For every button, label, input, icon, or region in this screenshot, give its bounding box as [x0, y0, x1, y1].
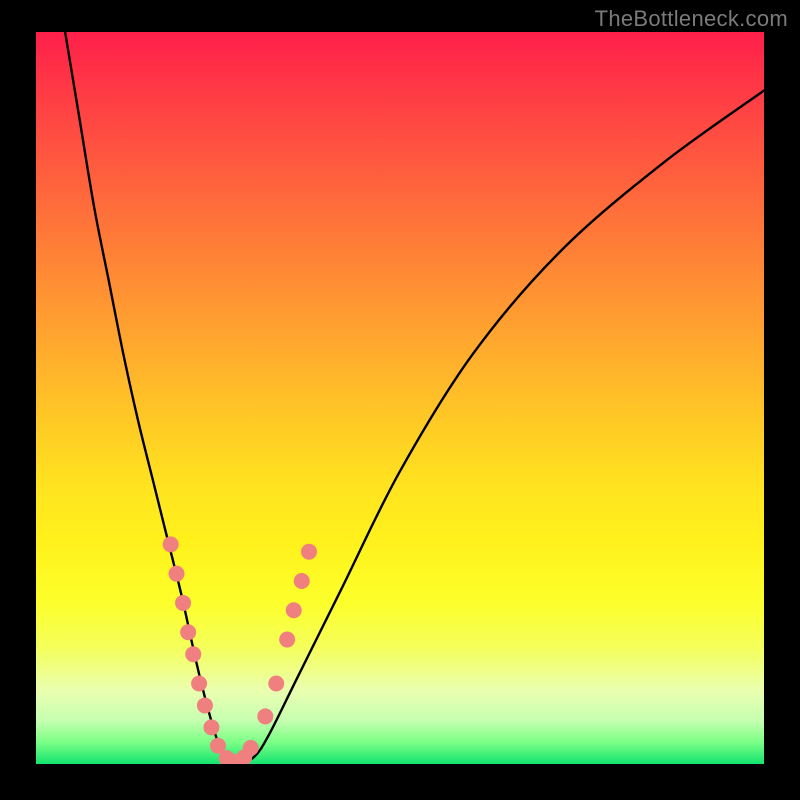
marker-dot: [185, 646, 201, 662]
marker-dot: [180, 624, 196, 640]
marker-dot: [203, 719, 219, 735]
marker-dot: [163, 536, 179, 552]
marker-dot: [286, 602, 302, 618]
marker-dot: [279, 632, 295, 648]
watermark-label: TheBottleneck.com: [595, 6, 788, 32]
marker-dot: [301, 544, 317, 560]
marker-dot: [191, 675, 207, 691]
plot-area: [36, 32, 764, 764]
marker-dot: [169, 566, 185, 582]
marker-dot: [257, 708, 273, 724]
marker-dot: [175, 595, 191, 611]
bottleneck-curve: [65, 32, 764, 763]
marker-dot: [243, 740, 259, 756]
marker-dot: [294, 573, 310, 589]
marker-dot: [197, 697, 213, 713]
curve-layer: [36, 32, 764, 764]
highlighted-points: [163, 536, 317, 764]
chart-frame: TheBottleneck.com: [0, 0, 800, 800]
marker-dot: [268, 675, 284, 691]
